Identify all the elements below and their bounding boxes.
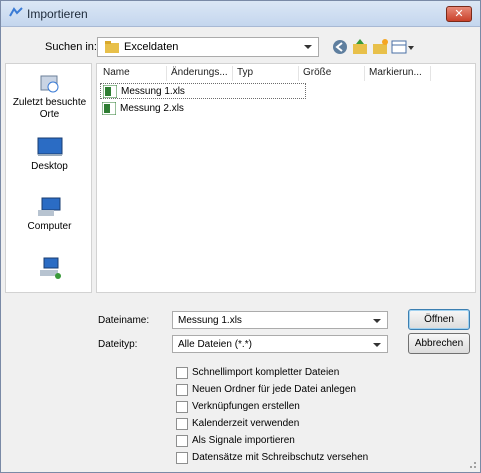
desktop-icon	[37, 137, 62, 156]
computer-icon	[37, 197, 60, 216]
chevron-down-icon[interactable]	[373, 343, 381, 347]
up-folder-icon[interactable]	[351, 38, 369, 56]
file-row[interactable]: Messung 2.xls	[100, 101, 306, 117]
new-folder-icon[interactable]	[371, 38, 389, 56]
lookin-label: Suchen in:	[45, 41, 97, 53]
chevron-down-icon[interactable]	[304, 45, 312, 49]
option-label: Verknüpfungen erstellen	[192, 401, 300, 412]
option-checkbox[interactable]	[176, 401, 188, 413]
option-checkbox[interactable]	[176, 384, 188, 396]
open-button[interactable]: Öffnen	[408, 309, 470, 330]
filetype-label: Dateityp:	[98, 339, 138, 350]
excel-file-icon	[102, 102, 116, 115]
bottom-panel: Dateiname: Messung 1.xls Öffnen Dateityp…	[96, 301, 476, 464]
window-title: Importieren	[27, 7, 88, 21]
close-button[interactable]: ✕	[446, 6, 472, 22]
option-label: Schnellimport kompletter Dateien	[192, 367, 340, 378]
resize-grip-icon[interactable]	[467, 459, 477, 469]
filename-value: Messung 1.xls	[178, 315, 242, 326]
place-computer[interactable]: Computer	[6, 196, 93, 233]
column-header[interactable]: Größe	[299, 66, 365, 81]
filetype-select[interactable]: Alle Dateien (*.*)	[172, 335, 388, 353]
place-label: Computer	[27, 221, 72, 232]
option-label: Kalenderzeit verwenden	[192, 418, 300, 429]
import-dialog: Importieren ✕ Suchen in: Exceldaten Zule…	[0, 0, 481, 473]
column-header[interactable]: Änderungs...	[167, 66, 233, 81]
option-label: Datensätze mit Schreibschutz versehen	[192, 452, 369, 463]
option-label: Als Signale importieren	[192, 435, 295, 446]
view-menu-icon[interactable]	[391, 38, 415, 56]
file-name: Messung 1.xls	[121, 86, 185, 97]
column-header[interactable]: Name	[99, 66, 167, 81]
place-network[interactable]	[6, 256, 93, 280]
filename-input[interactable]: Messung 1.xls	[172, 311, 388, 329]
place-label: Zuletzt besuchte Orte	[12, 97, 87, 120]
titlebar: Importieren ✕	[1, 1, 480, 27]
filename-label: Dateiname:	[98, 315, 150, 326]
option-checkbox[interactable]	[176, 367, 188, 379]
place-desktop[interactable]: Desktop	[6, 136, 93, 173]
file-name: Messung 2.xls	[120, 103, 184, 114]
place-recent[interactable]: Zuletzt besuchte Orte	[6, 72, 93, 121]
file-list[interactable]: Name Änderungs... Typ Größe Markierun...…	[96, 63, 476, 293]
back-icon[interactable]	[331, 38, 349, 56]
folder-icon	[105, 41, 119, 53]
cancel-button[interactable]: Abbrechen	[408, 333, 470, 354]
lookin-dropdown[interactable]: Exceldaten	[97, 37, 319, 57]
place-label: Desktop	[31, 161, 68, 172]
network-icon	[39, 257, 61, 279]
file-row[interactable]: Messung 1.xls	[100, 83, 306, 99]
filetype-value: Alle Dateien (*.*)	[178, 339, 252, 350]
option-checkbox[interactable]	[176, 418, 188, 430]
chevron-down-icon[interactable]	[373, 319, 381, 323]
column-header[interactable]: Markierun...	[365, 66, 431, 81]
column-header[interactable]: Typ	[233, 66, 299, 81]
lookin-value: Exceldaten	[124, 41, 179, 53]
app-icon	[9, 7, 23, 17]
recent-places-icon	[40, 75, 58, 93]
excel-file-icon	[103, 85, 117, 98]
places-bar: Zuletzt besuchte Orte Desktop Computer	[5, 63, 92, 293]
option-checkbox[interactable]	[176, 435, 188, 447]
option-checkbox[interactable]	[176, 452, 188, 464]
option-label: Neuen Ordner für jede Datei anlegen	[192, 384, 356, 395]
